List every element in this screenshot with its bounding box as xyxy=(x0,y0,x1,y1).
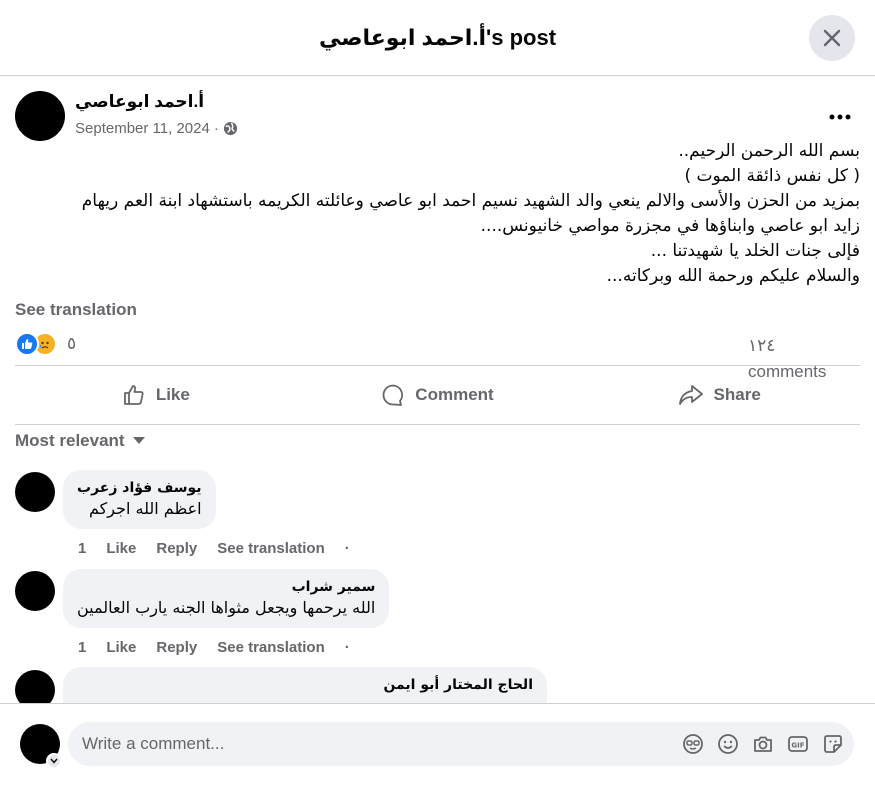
sort-label: Most relevant xyxy=(15,431,125,450)
post-line: ( كل نفس ذائقة الموت ) xyxy=(684,166,860,186)
reactions-summary[interactable]: ٥ xyxy=(15,332,76,356)
more-options-button[interactable] xyxy=(829,100,851,126)
comment-avatar[interactable] xyxy=(15,571,55,611)
post-date[interactable]: September 11, 2024 xyxy=(75,120,210,137)
comment-reply-button[interactable]: Reply xyxy=(156,540,197,557)
comment-label: Comment xyxy=(415,385,494,404)
sticker-button[interactable] xyxy=(821,732,844,755)
action-bar: Like Comment Share xyxy=(15,365,860,425)
author-name[interactable]: أ.احمد ابوعاصي xyxy=(75,92,204,112)
share-icon xyxy=(678,385,703,405)
comment-see-translation[interactable]: See translation xyxy=(217,639,325,656)
emoji-icon xyxy=(717,733,738,754)
share-label: Share xyxy=(713,385,761,404)
photo-button[interactable] xyxy=(751,732,774,755)
dialog-title: أ.احمد ابوعاصي's post xyxy=(318,24,557,50)
post-line: فإلى جنات الخلد يا شهيدتنا ... xyxy=(650,241,860,261)
comment-author[interactable]: يوسف فؤاد زعرب xyxy=(77,478,202,498)
globe-icon[interactable] xyxy=(223,121,238,136)
comment-sort-dropdown[interactable]: Most relevant xyxy=(15,431,145,451)
camera-icon xyxy=(753,736,772,752)
meta-separator: · xyxy=(213,120,219,137)
gif-icon: GIF xyxy=(787,735,808,752)
comment-bubble: سمير شراب الله يرحمها ويجعل مثواها الجنه… xyxy=(63,569,390,628)
comment-like-button[interactable]: Like xyxy=(106,540,136,557)
svg-text:GIF: GIF xyxy=(791,741,804,749)
see-translation-link[interactable]: See translation xyxy=(15,300,137,320)
comment-age[interactable]: 1 xyxy=(78,639,86,656)
comment-avatar[interactable] xyxy=(15,472,55,512)
post-line: بمزيد من الحزن والأسى والالم ينعي والد ا… xyxy=(81,191,860,211)
comment-text: اعظم الله اجركم xyxy=(89,499,202,518)
comment-button[interactable]: Comment xyxy=(297,366,579,424)
post-line: زايد ابو عاصي وابناؤها في مجزرة مواصي خا… xyxy=(480,216,860,236)
comment-dot: · xyxy=(344,639,350,656)
comment-icon xyxy=(382,384,404,406)
gif-button[interactable]: GIF xyxy=(786,732,809,755)
composer-tools: GIF xyxy=(681,732,844,755)
sticker-icon xyxy=(823,734,842,753)
caret-down-icon xyxy=(132,437,145,444)
close-icon xyxy=(823,29,841,47)
comment-author[interactable]: سمير شراب xyxy=(77,577,376,597)
comment-reply-button[interactable]: Reply xyxy=(156,639,197,656)
comment-composer: Write a comment... GIF xyxy=(0,703,875,788)
composer-profile-switch[interactable] xyxy=(46,753,62,769)
like-button[interactable]: Like xyxy=(15,366,297,424)
author-avatar[interactable] xyxy=(15,91,65,141)
avatar-sticker-button[interactable] xyxy=(681,732,704,755)
close-button[interactable] xyxy=(809,15,855,61)
comment-bubble: يوسف فؤاد زعرب اعظم الله اجركم xyxy=(63,470,216,529)
comment-actions: 1 Like Reply See translation · xyxy=(78,639,370,656)
post-meta: September 11, 2024 · xyxy=(75,120,238,137)
comment-see-translation[interactable]: See translation xyxy=(217,540,325,557)
comment-input[interactable]: Write a comment... GIF xyxy=(68,722,854,766)
more-horizontal-icon xyxy=(829,114,851,120)
like-label: Like xyxy=(155,385,190,404)
comment-dot: · xyxy=(344,540,350,557)
thumbs-up-icon xyxy=(123,385,144,405)
comment-author[interactable]: الحاج المختار أبو ايمن xyxy=(77,675,533,695)
post-line: بسم الله الرحمن الرحيم.. xyxy=(678,141,860,161)
emoji-button[interactable] xyxy=(716,732,739,755)
like-reaction-icon xyxy=(15,332,39,356)
dialog-header: أ.احمد ابوعاصي's post xyxy=(0,0,875,76)
post-body: بسم الله الرحمن الرحيم.. ( كل نفس ذائقة … xyxy=(15,139,860,289)
comment-like-button[interactable]: Like xyxy=(106,639,136,656)
comment-input-placeholder: Write a comment... xyxy=(82,734,225,753)
chevron-down-icon xyxy=(50,758,58,764)
avatar-sticker-icon xyxy=(682,733,703,754)
comment-text: الله يرحمها ويجعل مثواها الجنه يارب العا… xyxy=(77,598,376,617)
share-button[interactable]: Share xyxy=(578,366,860,424)
reaction-count: ٥ xyxy=(67,334,77,354)
comment-age[interactable]: 1 xyxy=(78,540,86,557)
comment-actions: 1 Like Reply See translation · xyxy=(78,540,370,557)
post-line: والسلام عليكم ورحمة الله وبركاته... xyxy=(606,266,860,286)
